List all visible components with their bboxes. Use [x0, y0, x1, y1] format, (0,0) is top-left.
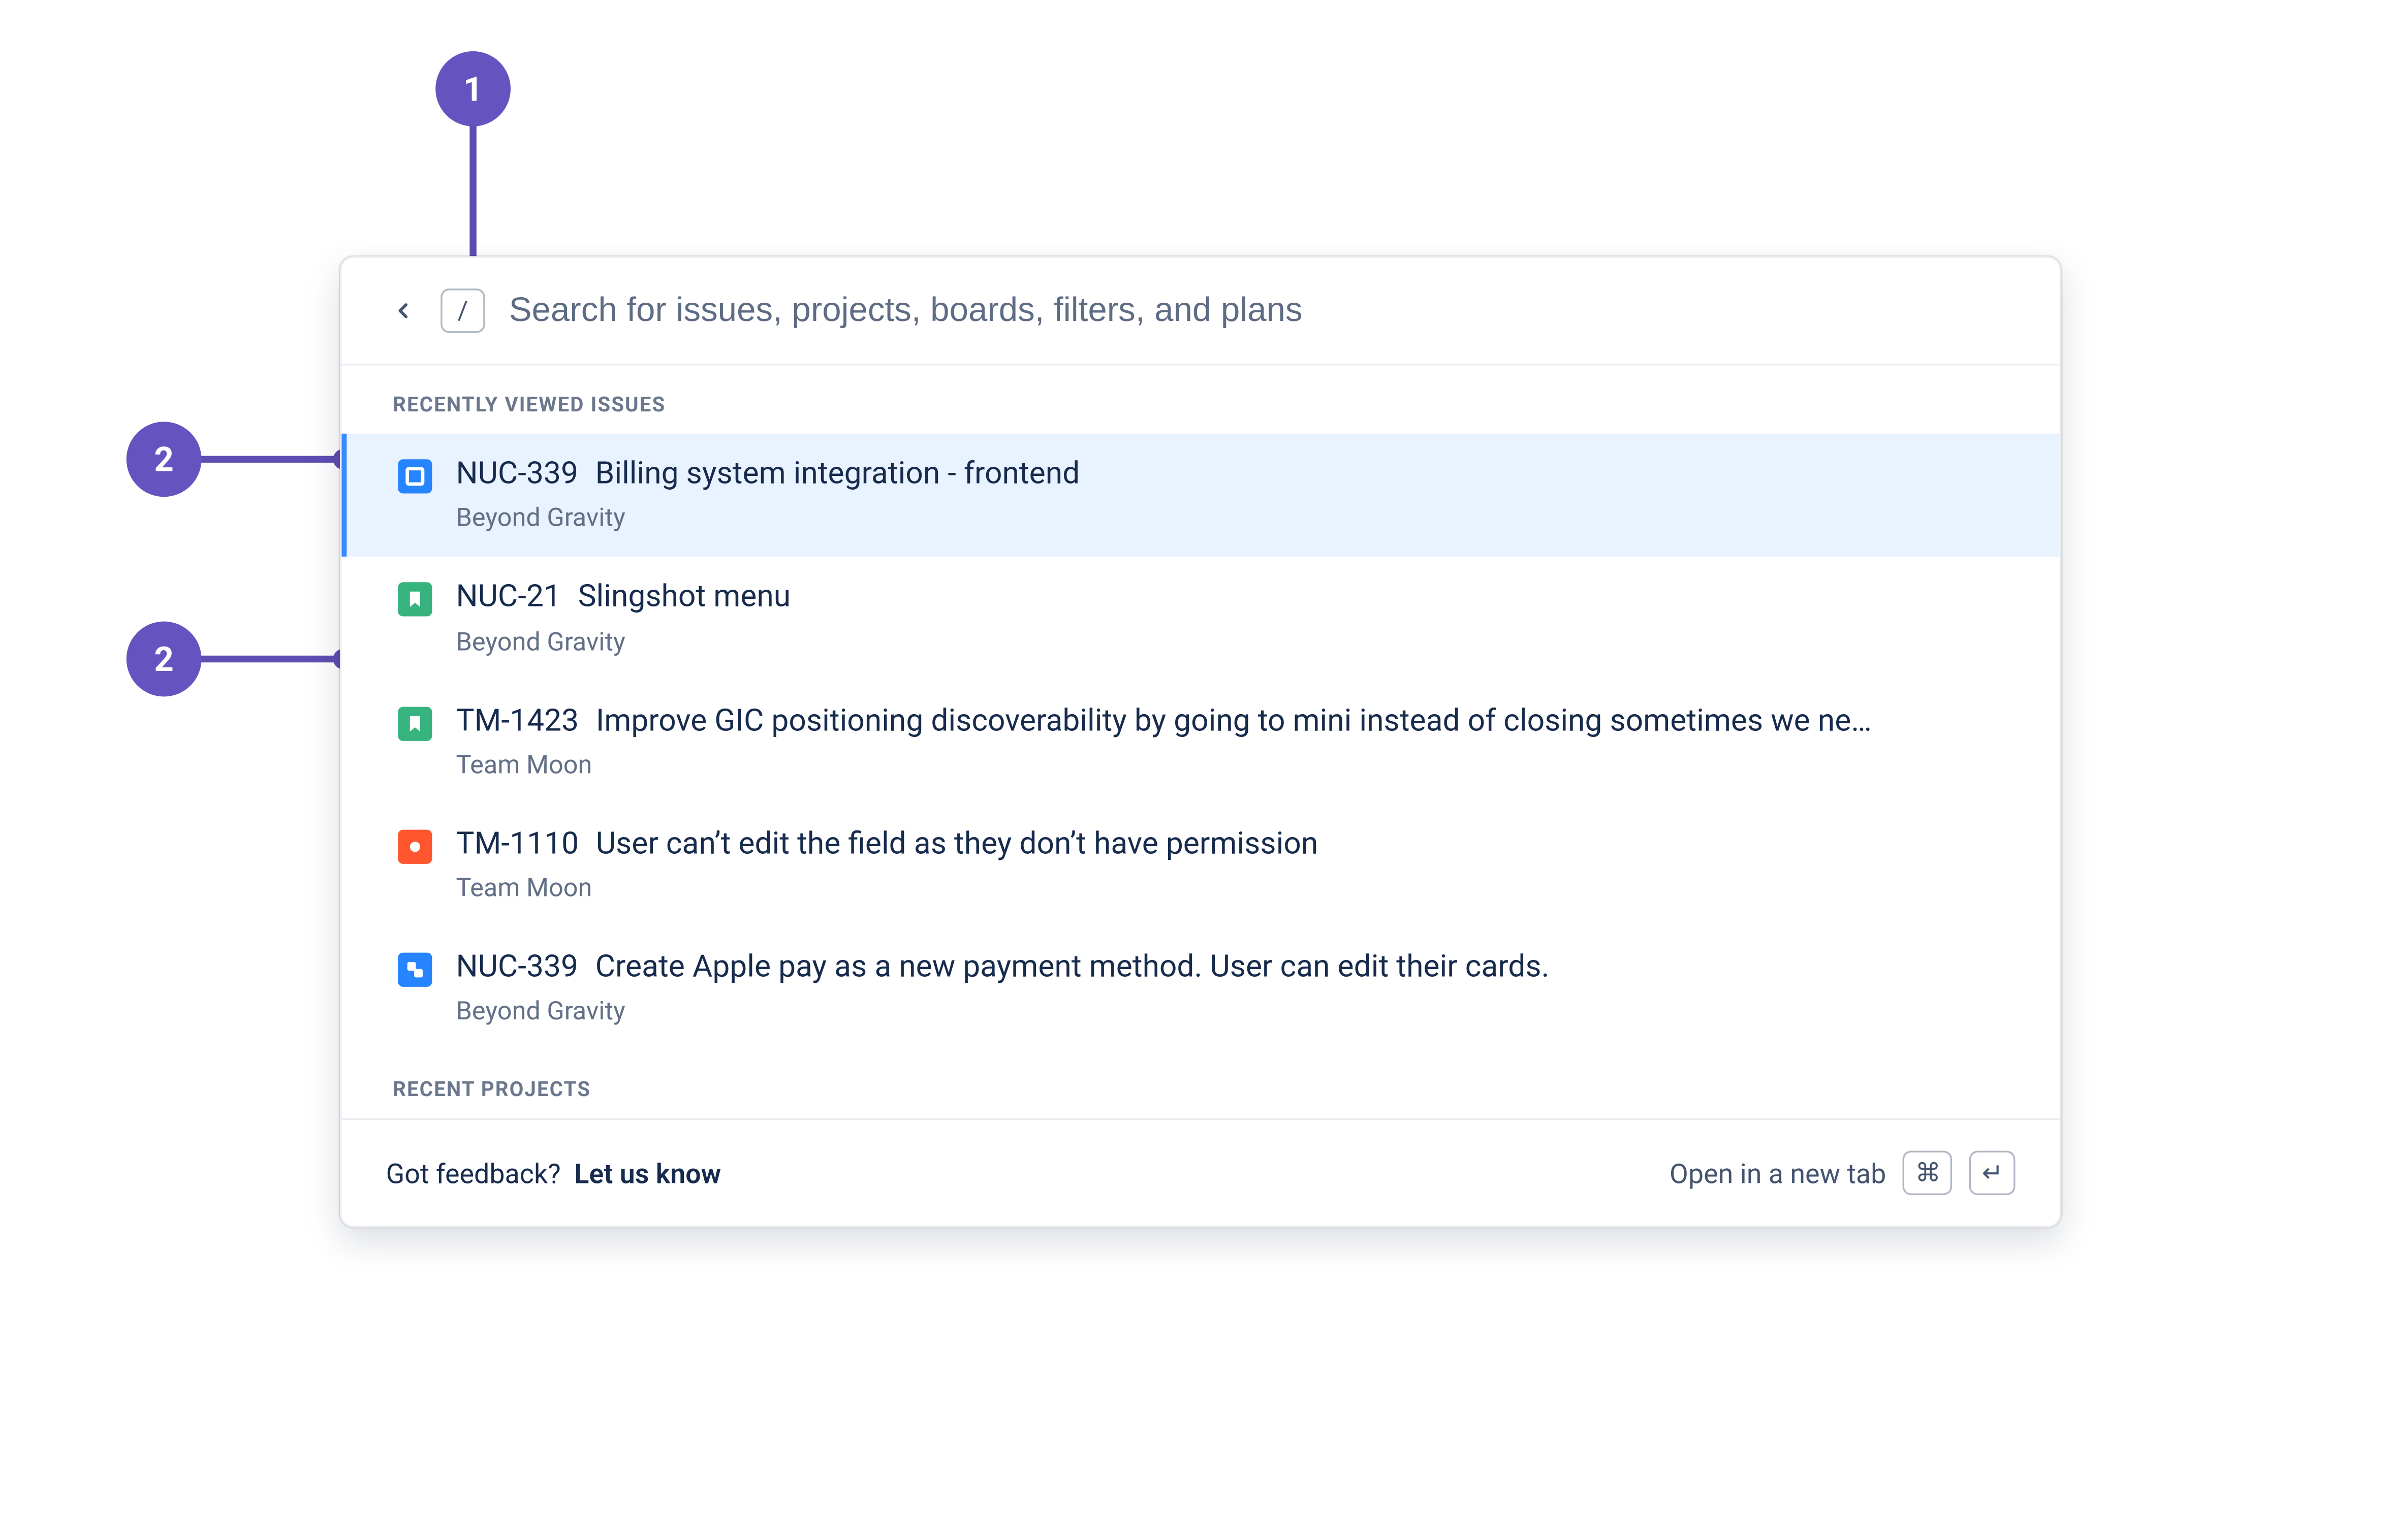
search-shortcut-key: / [441, 288, 485, 333]
open-new-tab-label: Open in a new tab [1670, 1158, 1886, 1190]
panel-footer: Got feedback? Let us know Open in a new … [341, 1119, 2060, 1227]
issue-key: NUC-339 [456, 948, 578, 989]
subtask-icon [398, 953, 432, 987]
section-header-recent-projects: RECENT PROJECTS [341, 1051, 2060, 1119]
issue-summary: User can’t edit the field as they don’t … [596, 824, 1318, 866]
story-icon [398, 706, 432, 740]
enter-key-icon: ↵ [1970, 1151, 2015, 1196]
feedback-link[interactable]: Let us know [574, 1158, 721, 1190]
bug-icon [398, 829, 432, 863]
issue-row[interactable]: NUC-339 Create Apple pay as a new paymen… [341, 927, 2060, 1051]
issue-row[interactable]: TM-1110 User can’t edit the field as the… [341, 804, 2060, 927]
issue-row[interactable]: TM-1423 Improve GIC positioning discover… [341, 681, 2060, 804]
issue-project: Team Moon [456, 749, 2008, 780]
annotation-badge-2b: 2 [127, 622, 202, 697]
issue-key: NUC-339 [456, 454, 578, 496]
issue-summary: Improve GIC positioning discoverability … [596, 701, 1872, 743]
back-button[interactable] [386, 294, 420, 328]
quick-search-panel: / RECENTLY VIEWED ISSUES NUC-339 Billing… [340, 256, 2061, 1228]
issue-key: TM-1110 [456, 824, 579, 866]
issue-project: Team Moon [456, 873, 2008, 904]
annotation-connector [198, 656, 341, 662]
issue-row[interactable]: NUC-339 Billing system integration - fro… [341, 434, 2060, 557]
issue-summary: Create Apple pay as a new payment method… [595, 948, 1550, 989]
annotation-badge-1: 1 [435, 51, 511, 126]
issue-summary: Billing system integration - frontend [595, 454, 1080, 496]
annotation-badge-2a: 2 [127, 422, 202, 497]
section-header-recent-issues: RECENTLY VIEWED ISSUES [341, 365, 2060, 433]
annotation-connector [198, 456, 341, 462]
issue-project: Beyond Gravity [456, 996, 2008, 1027]
search-bar: / [341, 258, 2060, 366]
task-icon [398, 459, 432, 493]
cmd-key-icon: ⌘ [1903, 1151, 1953, 1196]
issue-project: Beyond Gravity [456, 626, 2008, 657]
story-icon [398, 583, 432, 617]
issue-project: Beyond Gravity [456, 502, 2008, 533]
issue-summary: Slingshot menu [578, 578, 791, 619]
search-input[interactable] [506, 290, 2015, 332]
recent-issues-list: NUC-339 Billing system integration - fro… [341, 434, 2060, 1051]
issue-row[interactable]: NUC-21 Slingshot menu Beyond Gravity [341, 557, 2060, 681]
issue-key: TM-1423 [456, 701, 579, 743]
feedback-text: Got feedback? Let us know [386, 1158, 721, 1190]
issue-key: NUC-21 [456, 578, 561, 619]
